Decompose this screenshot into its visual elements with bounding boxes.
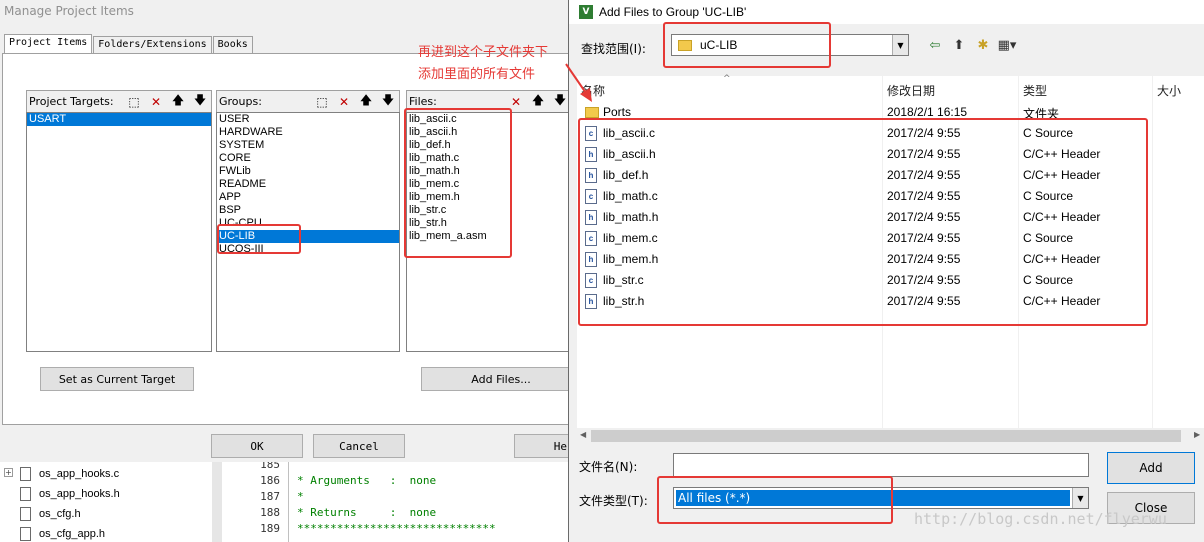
folder-icon — [585, 107, 599, 118]
up-folder-icon[interactable]: ⬆ — [947, 36, 971, 54]
tab-bar: Project Items Folders/Extensions Books — [4, 34, 254, 54]
file-icon — [20, 487, 31, 501]
line-number: 187 — [260, 490, 280, 503]
group-item[interactable]: SYSTEM — [217, 139, 399, 152]
chevron-down-icon[interactable]: ▼ — [1072, 488, 1088, 508]
dialog-title: Add Files to Group 'UC-LIB' — [599, 5, 747, 19]
target-item[interactable]: USART — [27, 113, 211, 126]
add-button[interactable]: Add — [1107, 452, 1195, 484]
targets-column: Project Targets: ⬚ ✕ 🡅 🡇 USART — [26, 90, 212, 352]
targets-list[interactable]: USART — [26, 112, 212, 352]
move-up-icon[interactable]: 🡅 — [527, 93, 549, 111]
code-view[interactable]: * Arguments : none * * Returns : none **… — [288, 462, 570, 542]
annotation-line: 再进到这个子文件夹下 — [418, 45, 549, 60]
tree-item[interactable]: os_cfg_app.h — [20, 524, 105, 542]
add-files-button[interactable]: Add Files... — [421, 367, 581, 391]
tree-item-label: os_cfg_app.h — [39, 528, 106, 540]
code-line: * Returns : none — [297, 506, 437, 519]
column-header-type[interactable]: 类型 — [1019, 76, 1153, 102]
new-target-icon[interactable]: ⬚ — [123, 93, 145, 111]
file-icon — [20, 467, 31, 481]
column-header-date[interactable]: 修改日期 — [883, 76, 1019, 102]
ok-button[interactable]: OK — [211, 434, 303, 458]
title-bar: V Add Files to Group 'UC-LIB' — [569, 0, 1204, 24]
tab-folders-extensions[interactable]: Folders/Extensions — [93, 36, 212, 54]
look-in-label: 查找范围(I): — [581, 42, 646, 56]
navigation-toolbar: ⇦ ⬆ ✱ ▦▾ — [923, 36, 1019, 54]
tree-item-label: os_app_hooks.c — [39, 468, 120, 480]
delete-group-icon[interactable]: ✕ — [333, 93, 355, 111]
tab-project-items[interactable]: Project Items — [4, 34, 93, 54]
tree-item[interactable]: os_cfg.h — [20, 504, 81, 524]
tab-books[interactable]: Books — [212, 36, 253, 54]
group-item[interactable]: HARDWARE — [217, 126, 399, 139]
new-folder-icon[interactable]: ✱ — [971, 36, 995, 54]
highlight-box-files — [404, 108, 512, 258]
groups-label: Groups: — [219, 95, 262, 108]
file-name-label: 文件名(N): — [579, 460, 638, 474]
project-tree: + os_app_hooks.c os_app_hooks.h os_cfg.h… — [0, 462, 212, 542]
scroll-right-icon[interactable]: ▶ — [1194, 430, 1200, 439]
move-up-icon[interactable]: 🡅 — [167, 93, 189, 111]
cancel-button[interactable]: Cancel — [313, 434, 405, 458]
group-item[interactable]: APP — [217, 191, 399, 204]
highlight-box-file-list — [578, 118, 1148, 326]
groups-header: Groups: ⬚ ✕ 🡅 🡇 — [216, 90, 400, 112]
file-icon — [20, 507, 31, 521]
tree-item-label: os_app_hooks.h — [39, 488, 120, 500]
view-menu-icon[interactable]: ▦▾ — [995, 36, 1019, 54]
file-name-input[interactable] — [673, 453, 1089, 477]
annotation-line: 添加里面的所有文件 — [418, 67, 536, 82]
watermark: http://blog.csdn.net/flyerwu — [914, 510, 1167, 528]
move-down-icon[interactable]: 🡇 — [377, 93, 399, 111]
tree-item[interactable]: os_app_hooks.h — [20, 484, 120, 504]
scrollbar-thumb[interactable] — [591, 430, 1181, 442]
group-item[interactable]: BSP — [217, 204, 399, 217]
dialog-title: Manage Project Items — [4, 4, 134, 18]
targets-label: Project Targets: — [29, 95, 114, 108]
highlight-box-look-in — [663, 22, 831, 68]
code-line: ****************************** — [297, 522, 496, 535]
line-number: 185 — [260, 462, 280, 471]
highlight-box-group — [217, 224, 301, 254]
move-up-icon[interactable]: 🡅 — [355, 93, 377, 111]
file-icon — [20, 527, 31, 541]
delete-target-icon[interactable]: ✕ — [145, 93, 167, 111]
highlight-box-file-type — [657, 476, 893, 524]
annotation-text: 再进到这个子文件夹下 添加里面的所有文件 — [418, 42, 548, 86]
move-down-icon[interactable]: 🡇 — [189, 93, 211, 111]
code-line: * — [297, 490, 304, 503]
expand-icon[interactable]: + — [4, 468, 13, 477]
keil-app-icon: V — [579, 5, 593, 19]
group-item[interactable]: README — [217, 178, 399, 191]
files-label: Files: — [409, 95, 437, 108]
line-number: 186 — [260, 474, 280, 487]
tree-item-label: os_cfg.h — [39, 508, 81, 520]
targets-header: Project Targets: ⬚ ✕ 🡅 🡇 — [26, 90, 212, 112]
tree-item[interactable]: os_app_hooks.c — [20, 464, 119, 484]
column-header-name[interactable]: 名称 — [577, 76, 883, 102]
new-group-icon[interactable]: ⬚ — [311, 93, 333, 111]
group-item[interactable]: USER — [217, 113, 399, 126]
groups-column: Groups: ⬚ ✕ 🡅 🡇 USER HARDWARE SYSTEM CORE FW… — [216, 90, 400, 352]
help-button[interactable]: He — [514, 434, 574, 458]
cell-date: 2018/2/1 16:15 — [887, 105, 968, 119]
group-item[interactable]: CORE — [217, 152, 399, 165]
line-numbers: 185 186 187 188 189 — [222, 462, 284, 542]
annotation-arrow-icon — [565, 63, 592, 102]
scroll-left-icon[interactable]: ◀ — [580, 430, 586, 439]
back-icon[interactable]: ⇦ — [923, 36, 947, 54]
cell-name: Ports — [603, 105, 632, 119]
line-number: 188 — [260, 506, 280, 519]
editor-area: + os_app_hooks.c os_app_hooks.h os_cfg.h… — [0, 462, 570, 542]
chevron-down-icon[interactable]: ▼ — [892, 35, 908, 55]
group-item[interactable]: FWLib — [217, 165, 399, 178]
line-number: 189 — [260, 522, 280, 535]
splitter[interactable] — [212, 462, 222, 542]
set-current-target-button[interactable]: Set as Current Target — [40, 367, 194, 391]
code-line: * Arguments : none — [297, 474, 437, 487]
file-type-label: 文件类型(T): — [579, 494, 648, 508]
column-header-size[interactable]: 大小 — [1153, 76, 1204, 102]
horizontal-scrollbar[interactable]: ◀ ▶ — [577, 428, 1204, 444]
